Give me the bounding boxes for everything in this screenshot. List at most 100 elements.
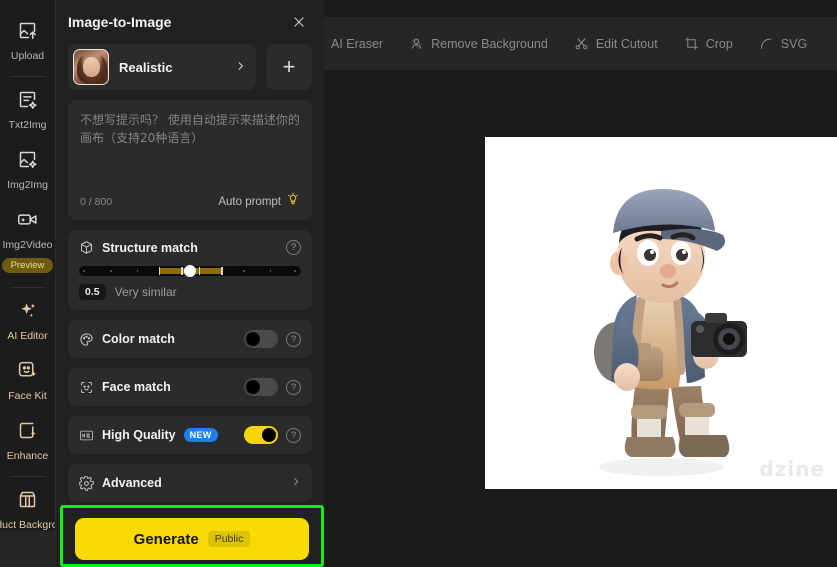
rail-item-enhance[interactable]: Enhance xyxy=(0,410,55,470)
structure-match-title: Structure match xyxy=(102,240,198,255)
cube-icon xyxy=(79,240,94,255)
face-match-card: Face match ? xyxy=(68,368,312,406)
panel-header: Image-to-Image xyxy=(56,0,324,44)
rail-bottom-bar xyxy=(0,531,55,567)
rail-item-img2img[interactable]: Img2Img xyxy=(0,139,55,199)
toolbar-label-remove-background: Remove Background xyxy=(431,36,548,51)
color-match-title: Color match xyxy=(102,332,175,346)
structure-match-slider[interactable] xyxy=(79,265,301,277)
rail-label-product-background-1: Product Background xyxy=(0,519,55,531)
palette-icon xyxy=(79,332,94,347)
scissors-icon xyxy=(574,36,589,51)
rail-label-txt2img: Txt2Img xyxy=(8,119,47,131)
rail-item-img2video[interactable]: Img2Video Preview xyxy=(0,199,55,281)
structure-match-description: Very similar xyxy=(114,285,177,299)
auto-prompt-button[interactable]: Auto prompt xyxy=(218,192,300,211)
style-name: Realistic xyxy=(119,59,173,75)
plus-icon: + xyxy=(282,54,296,79)
image-to-image-panel: Image-to-Image Realistic + 不想写提示吗？ 使用自动提… xyxy=(56,0,324,567)
help-icon[interactable]: ? xyxy=(286,427,301,443)
help-icon[interactable]: ? xyxy=(286,331,301,347)
prompt-footer: 0 / 800 Auto prompt xyxy=(80,192,300,211)
page-title: Image-to-Image xyxy=(68,14,172,30)
visibility-badge: Public xyxy=(207,531,251,547)
rail-item-ai-editor[interactable]: AI Editor xyxy=(0,290,55,350)
prompt-placeholder: 不想写提示吗？ 使用自动提示来描述你的画布（支持20种语言） xyxy=(80,113,300,145)
prompt-textarea[interactable]: 不想写提示吗？ 使用自动提示来描述你的画布（支持20种语言） 0 / 800 A… xyxy=(68,100,312,220)
generate-footer: Generate Public xyxy=(60,505,324,567)
advanced-section[interactable]: Advanced xyxy=(68,464,312,502)
upload-image-icon xyxy=(17,20,38,46)
help-icon[interactable]: ? xyxy=(286,240,301,255)
rail-item-product-background[interactable]: Product Background xyxy=(0,479,55,539)
rail-separator-3 xyxy=(9,476,46,477)
advanced-title: Advanced xyxy=(102,476,162,490)
toolbar-item-edit-cutout[interactable]: Edit Cutout xyxy=(561,30,671,57)
generate-label: Generate xyxy=(133,530,199,548)
remove-background-icon xyxy=(409,36,424,51)
slider-thumb[interactable] xyxy=(184,265,196,277)
rail-label-img2img: Img2Img xyxy=(7,179,48,191)
toolbar-item-svg[interactable]: SVG xyxy=(746,30,820,57)
style-selector-row: Realistic + xyxy=(68,44,312,90)
high-quality-card: High Quality NEW ? xyxy=(68,416,312,454)
face-match-toggle[interactable] xyxy=(244,378,278,396)
toolbar-label-ai-eraser: AI Eraser xyxy=(331,36,384,51)
add-style-button[interactable]: + xyxy=(266,44,312,90)
new-badge: NEW xyxy=(183,428,218,442)
rail-item-txt2img[interactable]: Txt2Img xyxy=(0,79,55,139)
high-quality-title: High Quality xyxy=(102,428,176,442)
toolbar-label-edit-cutout: Edit Cutout xyxy=(595,36,658,51)
rail-label-upload: Upload xyxy=(10,50,45,62)
structure-match-value: 0.5 xyxy=(79,284,106,300)
sparkles-icon xyxy=(17,300,38,326)
gear-icon xyxy=(79,475,94,491)
generate-button[interactable]: Generate Public xyxy=(75,518,309,560)
structure-match-footer: 0.5 Very similar xyxy=(79,284,301,300)
rail-label-face-kit: Face Kit xyxy=(8,390,47,402)
preview-badge: Preview xyxy=(1,258,54,273)
toolbar-item-ai-eraser[interactable]: AI Eraser xyxy=(318,31,396,57)
text-to-image-icon xyxy=(17,89,38,115)
help-icon[interactable]: ? xyxy=(286,379,301,395)
close-icon[interactable] xyxy=(288,11,310,33)
structure-match-card: Structure match ? 0.5 Very similar xyxy=(68,230,312,310)
structure-match-header: Structure match ? xyxy=(79,240,301,255)
chevron-right-icon xyxy=(291,475,301,491)
canvas-image[interactable]: dzine xyxy=(485,137,837,489)
color-match-card: Color match ? xyxy=(68,320,312,358)
generated-character-illustration xyxy=(594,189,747,476)
left-rail: Upload Txt2Img Img2Img Img2Video Preview… xyxy=(0,0,56,567)
high-quality-toggle[interactable] xyxy=(244,426,278,444)
image-to-video-icon xyxy=(17,209,38,235)
face-match-title: Face match xyxy=(102,380,171,394)
rail-label-ai-editor: AI Editor xyxy=(7,330,48,342)
toolbar-label-svg: SVG xyxy=(780,36,808,51)
chevron-right-icon xyxy=(235,59,246,76)
image-to-image-icon xyxy=(17,149,38,175)
enhance-icon xyxy=(17,420,38,446)
style-selector[interactable]: Realistic xyxy=(68,44,256,90)
watermark: dzine xyxy=(759,457,825,481)
structure-match-slider-wrap: 0.5 Very similar xyxy=(79,265,301,300)
app-root: dzine AI Eraser Remove Background Edit C… xyxy=(0,0,837,567)
rail-item-face-kit[interactable]: Face Kit xyxy=(0,350,55,410)
product-background-icon xyxy=(17,489,38,515)
panel-body: Realistic + 不想写提示吗？ 使用自动提示来描述你的画布（支持20种语… xyxy=(56,44,324,502)
crop-icon xyxy=(684,36,699,51)
prompt-char-counter: 0 / 800 xyxy=(80,195,113,208)
svg-curve-icon xyxy=(759,36,774,51)
toolbar-item-crop[interactable]: Crop xyxy=(671,30,746,57)
rail-separator-2 xyxy=(9,287,46,288)
auto-prompt-label: Auto prompt xyxy=(218,195,281,208)
rail-label-enhance: Enhance xyxy=(6,450,49,462)
face-smile-icon xyxy=(79,380,94,395)
style-thumbnail xyxy=(73,49,109,85)
hq-icon xyxy=(79,428,94,443)
toolbar-item-remove-background[interactable]: Remove Background xyxy=(396,30,561,57)
rail-item-upload[interactable]: Upload xyxy=(0,10,55,70)
rail-separator-1 xyxy=(9,76,46,77)
face-kit-icon xyxy=(17,360,38,386)
rail-label-img2video: Img2Video xyxy=(2,239,53,251)
color-match-toggle[interactable] xyxy=(244,330,278,348)
